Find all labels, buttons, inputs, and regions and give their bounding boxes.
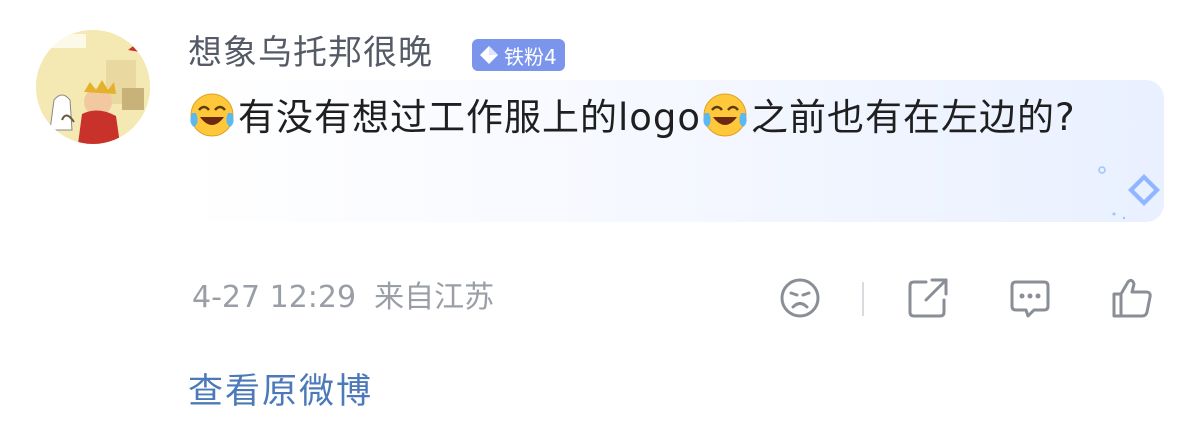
username[interactable]: 想象乌托邦很晚	[188, 30, 433, 76]
diamond-icon	[480, 46, 498, 64]
badge-label: 铁粉4	[504, 44, 557, 69]
diamond-decoration-icon	[1098, 166, 1160, 220]
comment-text: 有没有想过工作服上的logo 之前也有在左边的?	[188, 86, 1148, 150]
view-original-link[interactable]: 查看原微博	[188, 368, 373, 416]
laughing-crying-emoji-icon	[190, 93, 234, 137]
avatar[interactable]	[36, 30, 150, 144]
comment-text-part-2: 之前也有在左边的?	[751, 96, 1076, 139]
timestamp: 4-27 12:29	[192, 280, 357, 315]
fan-badge[interactable]: 铁粉4	[472, 39, 565, 71]
divider	[862, 282, 864, 316]
like-icon[interactable]	[1108, 274, 1156, 322]
location: 来自江苏	[374, 280, 495, 315]
dislike-icon[interactable]	[776, 274, 824, 322]
share-icon[interactable]	[904, 274, 952, 322]
comment-meta: 4-27 12:29 来自江苏	[192, 278, 494, 318]
laughing-crying-emoji-icon	[703, 93, 747, 137]
comment-text-part-1: 有没有想过工作服上的logo	[238, 96, 702, 139]
comment-icon[interactable]	[1006, 274, 1054, 322]
